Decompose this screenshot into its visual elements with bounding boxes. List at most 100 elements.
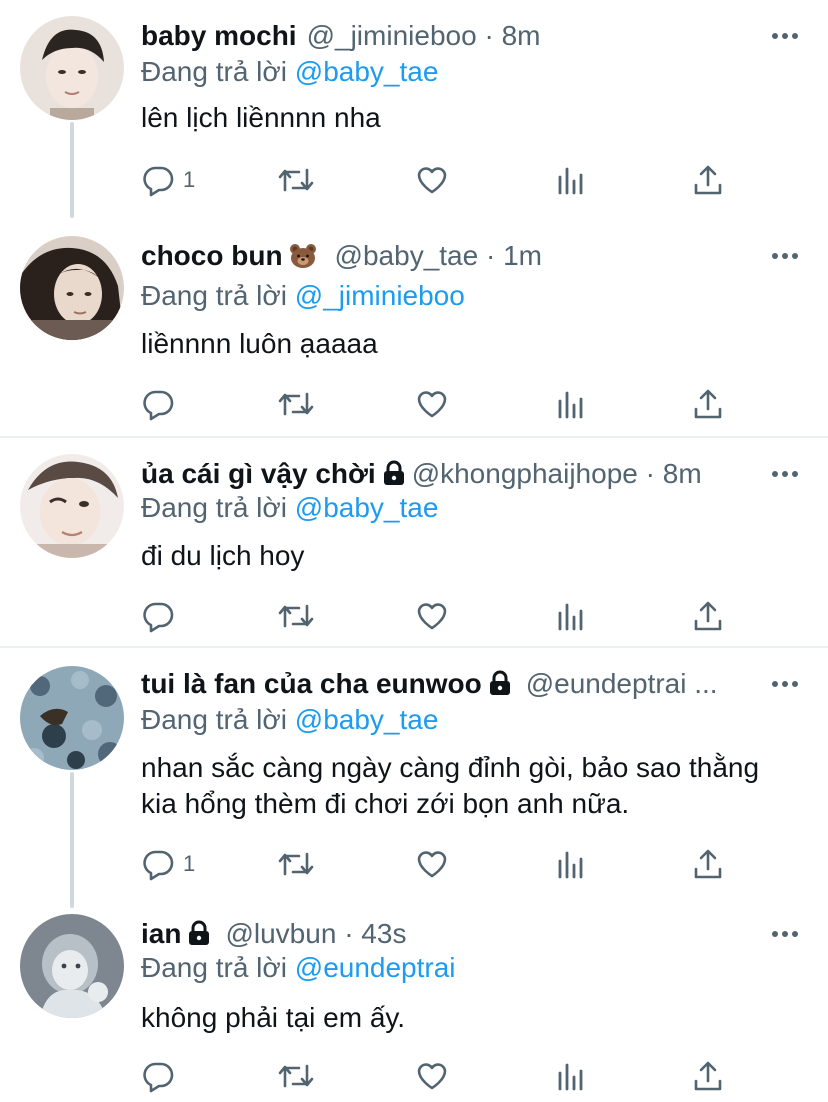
tweet-header: baby mochi @_jiminieboo · 8m — [141, 16, 758, 56]
bear-face-icon — [289, 240, 317, 276]
user-handle[interactable]: @_jiminieboo — [307, 20, 477, 51]
avatar[interactable] — [20, 236, 124, 340]
retweet-button[interactable] — [276, 1056, 316, 1096]
more-options-button[interactable] — [770, 242, 800, 270]
display-name[interactable]: baby mochi — [141, 20, 297, 51]
more-options-button[interactable] — [770, 22, 800, 50]
display-name[interactable]: choco bun — [141, 240, 283, 271]
reply-bubble-icon — [143, 850, 174, 881]
heart-icon — [417, 851, 447, 878]
share-upload-icon — [694, 849, 722, 879]
more-dots-icon — [772, 931, 798, 937]
tweet-actions: 1 — [141, 844, 741, 884]
more-dots-icon — [772, 471, 798, 477]
view-stats-button[interactable] — [554, 384, 588, 424]
like-button[interactable] — [415, 1056, 449, 1096]
replying-to-handle[interactable]: @eundeptrai — [295, 952, 456, 983]
share-button[interactable] — [691, 384, 725, 424]
meta-separator: · — [484, 20, 494, 51]
reply-button[interactable] — [141, 1056, 183, 1096]
retweet-button[interactable] — [276, 160, 316, 200]
share-button[interactable] — [691, 160, 725, 200]
heart-icon — [417, 1063, 447, 1090]
tweet[interactable]: tui là fan của cha eunwoo @eundeptrai ..… — [0, 648, 828, 902]
avatar[interactable] — [20, 914, 124, 1018]
view-stats-button[interactable] — [554, 1056, 588, 1096]
tweet[interactable]: baby mochi @_jiminieboo · 8m Đang trả lời… — [0, 0, 828, 218]
like-button[interactable] — [415, 160, 449, 200]
tweet-header: choco bun @baby_tae · 1m — [141, 236, 758, 276]
tweet[interactable]: choco bun @baby_tae · 1m Đang trả lời @_… — [0, 220, 828, 436]
share-upload-icon — [694, 389, 722, 419]
tweet-actions — [141, 1056, 741, 1096]
share-button[interactable] — [691, 596, 725, 636]
more-options-button[interactable] — [770, 460, 800, 488]
tweet-actions: 1 — [141, 160, 741, 200]
user-handle[interactable]: @baby_tae — [335, 240, 479, 271]
bar-chart-icon — [558, 391, 583, 419]
tweet-text: lên lịch liềnnnn nha — [141, 102, 381, 133]
like-button[interactable] — [415, 596, 449, 636]
like-button[interactable] — [415, 384, 449, 424]
like-button[interactable] — [415, 844, 449, 884]
retweet-button[interactable] — [276, 844, 316, 884]
avatar[interactable] — [20, 454, 124, 558]
retweet-button[interactable] — [276, 384, 316, 424]
user-handle[interactable]: @luvbun — [225, 918, 336, 949]
tweet-time[interactable]: 8m — [663, 458, 702, 489]
user-handle[interactable]: @eundeptrai ... — [526, 668, 718, 699]
tweet-time[interactable]: 1m — [503, 240, 542, 271]
meta-separator: · — [344, 918, 354, 949]
avatar[interactable] — [20, 666, 124, 770]
tweet-text: đi du lịch hoy — [141, 540, 305, 571]
heart-icon — [417, 603, 447, 630]
replying-to: Đang trả lời @baby_tae — [141, 700, 438, 740]
display-name[interactable]: ủa cái gì vậy chời — [141, 458, 376, 489]
more-options-button[interactable] — [770, 670, 800, 698]
retweet-button[interactable] — [276, 596, 316, 636]
view-stats-button[interactable] — [554, 596, 588, 636]
tweet-text: không phải tại em ấy. — [141, 1002, 406, 1033]
retweet-icon — [278, 392, 314, 416]
heart-icon — [417, 391, 447, 418]
reply-button[interactable] — [141, 384, 183, 424]
replying-to-handle[interactable]: @baby_tae — [295, 492, 439, 523]
display-name[interactable]: ian — [141, 918, 181, 949]
retweet-icon — [278, 1064, 314, 1088]
tweet[interactable]: ian @luvbun · 43s Đang trả lời @eundeptr… — [0, 898, 828, 1102]
share-button[interactable] — [691, 1056, 725, 1096]
reply-button[interactable] — [141, 596, 183, 636]
view-stats-button[interactable] — [554, 160, 588, 200]
replying-to-label: Đang trả lời — [141, 56, 287, 87]
replying-to: Đang trả lời @eundeptrai — [141, 948, 456, 988]
replying-to-handle[interactable]: @baby_tae — [295, 56, 439, 87]
tweet-actions — [141, 596, 741, 636]
share-button[interactable] — [691, 844, 725, 884]
tweet-header: tui là fan của cha eunwoo @eundeptrai ..… — [141, 664, 758, 704]
replying-to: Đang trả lời @baby_tae — [141, 52, 438, 92]
more-dots-icon — [772, 253, 798, 259]
bar-chart-icon — [558, 851, 583, 879]
tweet[interactable]: ủa cái gì vậy chời @khongphaijhope · 8m … — [0, 438, 828, 646]
tweet-time[interactable]: 43s — [361, 918, 406, 949]
replying-to: Đang trả lời @baby_tae — [141, 488, 438, 528]
replying-to-label: Đang trả lời — [141, 952, 287, 983]
reply-bubble-icon — [143, 390, 174, 421]
meta-separator: · — [485, 240, 496, 271]
view-stats-button[interactable] — [554, 844, 588, 884]
reply-count: 1 — [183, 851, 196, 876]
replying-to-label: Đang trả lời — [141, 704, 287, 735]
tweet-actions — [141, 384, 741, 424]
share-upload-icon — [694, 1061, 722, 1091]
reply-button[interactable]: 1 — [141, 844, 195, 884]
replying-to-label: Đang trả lời — [141, 280, 287, 311]
user-handle[interactable]: @khongphaijhope — [412, 458, 638, 489]
avatar[interactable] — [20, 16, 124, 120]
more-options-button[interactable] — [770, 920, 800, 948]
replying-to-handle[interactable]: @_jiminieboo — [295, 280, 465, 311]
reply-button[interactable]: 1 — [141, 160, 195, 200]
display-name[interactable]: tui là fan của cha eunwoo — [141, 668, 482, 699]
replying-to-handle[interactable]: @baby_tae — [295, 704, 439, 735]
reply-count: 1 — [183, 167, 196, 192]
tweet-time[interactable]: 8m — [502, 20, 541, 51]
